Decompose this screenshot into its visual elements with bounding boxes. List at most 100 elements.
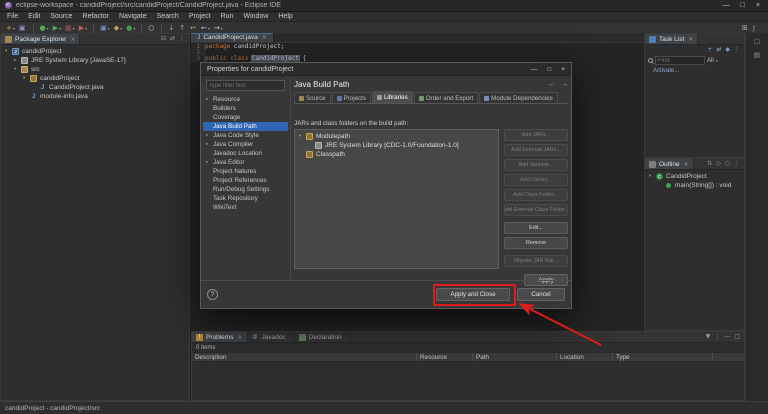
view-menu-icon[interactable]: ⋮ [714,334,720,340]
maximize-icon[interactable]: □ [734,334,740,340]
tree-item[interactable]: ▾ J candidProject [1,47,189,56]
menu-item[interactable]: Help [273,13,297,20]
synchronize-icon[interactable]: ⇄ [716,47,721,53]
category-item[interactable]: ▸ Java Compiler [203,140,288,149]
view-menu-icon[interactable]: ⋮ [179,36,185,42]
column-header[interactable]: Type [613,353,713,361]
minimized-view-icon[interactable]: □ [754,37,760,45]
tree-item[interactable]: ▾ src [1,65,189,74]
category-item[interactable]: Javadoc Location [203,149,288,158]
jar-action-button[interactable]: Add Class Folder... [504,189,568,201]
filter-icon[interactable]: ▼ [706,334,711,340]
view-tab[interactable]: @ Javadoc [248,332,295,342]
new-task-icon[interactable]: + [707,47,712,53]
expand-icon[interactable]: ▸ [206,97,213,102]
column-header[interactable]: Location [557,353,613,361]
jar-tree-item[interactable]: JRE System Library [CDC-1.0/Foundation-1… [295,141,498,150]
scope-dropdown[interactable]: All ▾ [707,58,718,64]
back-icon[interactable]: ← ▾ [199,23,212,34]
category-item[interactable]: ▸ Java Code Style [203,131,288,140]
new-java-project-icon[interactable]: ▣ ▾ [98,23,112,34]
build-path-tab[interactable]: Order and Export [413,92,479,103]
search-icon[interactable]: ○ [146,23,157,34]
hide-static-members-icon[interactable]: ○ [725,161,730,167]
window-minimize-button[interactable]: — [723,2,730,9]
category-item[interactable]: Project Natures [203,167,288,176]
tree-item[interactable]: J CandidProject.java [1,83,189,92]
build-path-tab[interactable]: Source [294,92,331,103]
menu-item[interactable]: Refactor [78,13,114,20]
build-path-tab[interactable]: Module Dependencies [479,92,558,103]
save-icon[interactable]: ▣ [17,23,29,34]
link-with-editor-icon[interactable]: ⇄ [170,36,175,42]
category-item[interactable]: ▸ Java Editor [203,158,288,167]
jar-tree-item[interactable]: ▾ Modulepath [295,132,498,141]
close-view-icon[interactable]: × [237,334,242,341]
last-edit-location-icon[interactable]: ↩ [188,23,199,34]
window-close-button[interactable]: × [756,2,760,9]
back-icon[interactable]: ← [548,81,555,88]
run-icon[interactable]: ▶ ▾ [51,23,63,34]
forward-icon[interactable]: → ▾ [212,23,225,34]
menu-item[interactable]: Source [45,13,77,20]
debug-icon[interactable]: ● ▾ [38,23,51,34]
category-item[interactable]: Run/Debug Settings [203,185,288,194]
menu-item[interactable]: Run [216,13,239,20]
jar-action-button[interactable]: Add External JARs... [504,144,568,156]
close-view-icon[interactable]: × [684,161,689,168]
tree-item[interactable]: ▾ C CandidProject [645,172,744,181]
tree-item[interactable]: J module-info.java [1,92,189,101]
category-item[interactable]: Builders [203,104,288,113]
filter-input[interactable] [206,80,285,91]
menu-item[interactable]: File [2,13,23,20]
hide-fields-icon[interactable]: ◇ [716,161,721,167]
new-package-icon[interactable]: ◆ ▾ [112,23,124,34]
expand-icon[interactable]: ▾ [649,174,656,179]
tree-item[interactable]: ▸ JRE System Library [JavaSE-17] [1,56,189,65]
view-menu-icon[interactable]: ⋮ [734,47,740,53]
column-header[interactable]: Description [192,353,417,361]
column-header[interactable]: Path [473,353,557,361]
category-item[interactable]: Task Repository [203,194,288,203]
external-tools-icon[interactable]: ▶ ▾ [77,23,89,34]
new-wizard-icon[interactable]: + ▾ [4,23,17,34]
expand-icon[interactable]: ▾ [299,134,306,139]
column-header[interactable]: Resource [417,353,473,361]
build-path-tab[interactable]: Projects [331,92,371,103]
tab-package-explorer[interactable]: Package Explorer × [1,34,81,44]
window-maximize-button[interactable]: □ [741,2,745,9]
category-item[interactable]: ▸ Resource [203,95,288,104]
code-area[interactable]: 1 package candidProject; 2 3 public class Ca… [191,43,644,62]
menu-item[interactable]: Edit [23,13,45,20]
close-editor-icon[interactable]: × [262,34,267,41]
tab-outline[interactable]: Outline × [645,159,694,169]
menu-item[interactable]: Window [238,13,273,20]
jar-action-button[interactable]: Remove [504,237,568,249]
dialog-maximize-button[interactable]: □ [547,66,551,73]
category-item[interactable]: Coverage [203,113,288,122]
previous-annotation-icon[interactable]: ↑ [177,23,188,34]
view-tab[interactable]: Declaration [295,332,351,342]
build-path-tab[interactable]: Libraries [371,91,413,103]
cancel-button[interactable]: Cancel [517,288,565,301]
menu-item[interactable]: Search [152,13,184,20]
jar-action-button[interactable]: Add Variable... [504,159,568,171]
jar-action-button[interactable]: Migrate JAR File... [504,255,568,267]
activate-link[interactable]: Activate... [645,66,744,74]
tab-task-list[interactable]: Task List × [645,34,699,44]
expand-icon[interactable]: ▸ [14,58,21,63]
jar-action-button[interactable]: Edit... [504,222,568,234]
view-tab[interactable]: ! Problems × [192,332,248,342]
sort-icon[interactable]: ⇅ [707,161,712,167]
java-perspective-icon[interactable]: J [751,23,758,34]
category-item[interactable]: Java Build Path [203,122,288,131]
coverage-icon[interactable]: ▦ ▾ [63,23,77,34]
help-button[interactable]: ? [207,289,218,300]
categorized-icon[interactable]: ◆ [725,47,730,53]
jar-list[interactable]: ▾ Modulepath JRE System Library [CDC-1.0… [294,129,499,269]
open-perspective-icon[interactable]: ⊞ [740,23,751,34]
category-item[interactable]: Project References [203,176,288,185]
jar-action-button[interactable]: Add External Class Folder... [504,204,568,216]
tree-item[interactable]: ▾ candidProject [1,74,189,83]
expand-icon[interactable]: ▾ [14,67,21,72]
